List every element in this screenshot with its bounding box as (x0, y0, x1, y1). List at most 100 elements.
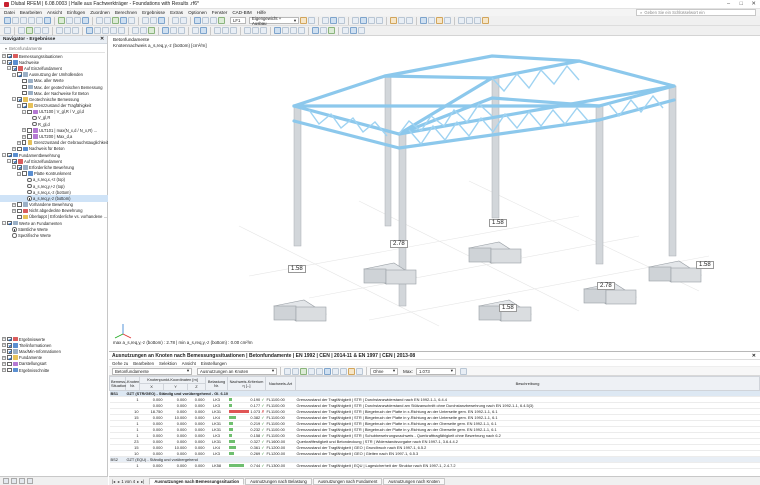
calculate-icon[interactable] (172, 17, 179, 24)
next-case-icon[interactable] (308, 17, 315, 24)
checkbox[interactable] (17, 165, 22, 170)
line-icon[interactable] (104, 17, 111, 24)
tab-1[interactable]: Ausnutzungen nach Bemessungssituation (149, 477, 245, 485)
wireframe-icon[interactable] (444, 17, 451, 24)
checkbox[interactable] (17, 208, 22, 214)
results-icon[interactable] (180, 17, 187, 24)
results-on-icon[interactable] (132, 27, 139, 34)
tree-item[interactable]: Überlappt | Erforderliche vs. vorhandene… (0, 214, 108, 220)
last-page-icon[interactable]: ▸| (141, 479, 144, 484)
expand-toggle-icon[interactable]: + (2, 337, 6, 342)
checkbox[interactable] (27, 134, 32, 139)
expand-toggle-icon[interactable]: + (12, 202, 16, 207)
results-menu-item[interactable]: Einstellungen (201, 361, 227, 366)
navigator-filter[interactable]: ▾ Betonfundamente (2, 45, 105, 53)
lock-icon[interactable] (320, 27, 327, 34)
views-icon[interactable] (19, 478, 25, 484)
deformation-icon[interactable] (352, 17, 359, 24)
filter-icon[interactable] (300, 367, 307, 375)
animation-icon[interactable] (330, 17, 337, 24)
radio-button[interactable] (27, 189, 32, 195)
tree-item[interactable]: + Ergebnisschnitte (0, 367, 108, 373)
menu-item[interactable]: Ansicht (47, 10, 62, 15)
expand-toggle-icon[interactable]: - (17, 171, 21, 176)
color-icon[interactable] (342, 27, 349, 34)
guide-object-icon[interactable] (244, 27, 251, 34)
checkbox[interactable] (27, 109, 32, 115)
expand-toggle-icon[interactable]: - (12, 165, 16, 170)
front-view-icon[interactable] (26, 27, 33, 34)
ifc-icon[interactable] (290, 27, 297, 34)
checkbox[interactable] (17, 72, 22, 77)
values-icon[interactable] (360, 17, 367, 24)
tab-3[interactable]: Ausnutzungen nach Fundament (312, 477, 383, 485)
expand-toggle-icon[interactable]: + (22, 128, 26, 133)
results-view-select[interactable]: Ausnutzungen an Knoten ▾ (197, 367, 277, 375)
checkbox[interactable] (17, 146, 22, 152)
checkbox[interactable] (27, 128, 32, 133)
show-nodes-icon[interactable] (86, 27, 93, 34)
member-icon[interactable] (112, 17, 119, 24)
checkbox[interactable] (22, 171, 27, 176)
copy-icon[interactable] (74, 17, 81, 24)
table-icon[interactable] (332, 367, 339, 375)
comment-icon[interactable] (260, 27, 267, 34)
solid-icon[interactable] (128, 17, 135, 24)
zoom-icon[interactable] (340, 367, 347, 375)
support-icon[interactable] (142, 17, 149, 24)
export-icon[interactable] (308, 367, 315, 375)
checkbox[interactable] (12, 66, 17, 71)
top-view-icon[interactable] (42, 27, 49, 34)
checkbox[interactable] (7, 60, 12, 65)
check-icon[interactable] (406, 17, 413, 24)
max-select[interactable]: 1.073 ▾ (415, 367, 456, 375)
load-case-select[interactable]: LF1 (230, 17, 246, 24)
iso-view-icon[interactable] (18, 27, 25, 34)
3d-viewport[interactable]: 1.58 2.78 1.58 1.58 2.78 1.58 (109, 36, 760, 350)
surface-icon[interactable] (120, 17, 127, 24)
checkbox[interactable] (22, 90, 27, 96)
node-icon[interactable] (96, 17, 103, 24)
numbering-icon[interactable] (148, 27, 155, 34)
radio-button[interactable] (12, 227, 17, 232)
next-page-icon[interactable]: ▸ (137, 479, 139, 484)
menu-item[interactable]: CAD-BIM (232, 10, 251, 15)
radio-button[interactable] (32, 115, 37, 121)
open-icon[interactable] (12, 17, 19, 24)
render-wire-icon[interactable] (64, 27, 71, 34)
results-menu-item[interactable]: Gehe zu (112, 361, 128, 366)
bim-icon[interactable] (282, 27, 289, 34)
menu-item[interactable]: Zuordnen (90, 10, 110, 15)
move-icon[interactable] (66, 17, 73, 24)
expand-toggle-icon[interactable]: + (17, 140, 21, 145)
menu-item[interactable]: Hilfe (257, 10, 266, 15)
checkbox[interactable] (7, 152, 12, 158)
snap-icon[interactable] (466, 17, 473, 24)
undo-icon[interactable] (36, 17, 43, 24)
expand-toggle-icon[interactable]: - (7, 159, 11, 164)
section-icon[interactable] (338, 17, 345, 24)
tab-2[interactable]: Ausnutzungen nach Belastung (245, 477, 312, 485)
prev-icon[interactable] (284, 367, 291, 375)
grid-icon[interactable] (458, 17, 465, 24)
expand-toggle-icon[interactable]: - (12, 72, 16, 77)
expand-toggle-icon[interactable]: + (22, 134, 26, 139)
menu-item[interactable]: Optionen (188, 10, 207, 15)
render-icon[interactable] (436, 17, 443, 24)
menu-item[interactable]: Ergebnisse (142, 10, 165, 15)
filter-icon[interactable] (420, 17, 427, 24)
menu-item[interactable]: Einfügen (67, 10, 85, 15)
expand-toggle-icon[interactable]: + (12, 146, 16, 151)
menu-item[interactable]: Bearbeiten (20, 10, 42, 15)
print-icon[interactable] (28, 17, 35, 24)
render-solid-icon[interactable] (56, 27, 63, 34)
results-menu-item[interactable]: Selektion (159, 361, 177, 366)
visibility-mode-icon[interactable] (214, 27, 221, 34)
checkbox[interactable] (12, 159, 17, 164)
minimize-button[interactable]: – (727, 1, 730, 7)
navigator-icon[interactable] (4, 27, 11, 34)
side-view-icon[interactable] (34, 27, 41, 34)
show-loads-icon[interactable] (118, 27, 125, 34)
checkbox[interactable] (17, 97, 22, 102)
help-icon[interactable] (482, 17, 489, 24)
